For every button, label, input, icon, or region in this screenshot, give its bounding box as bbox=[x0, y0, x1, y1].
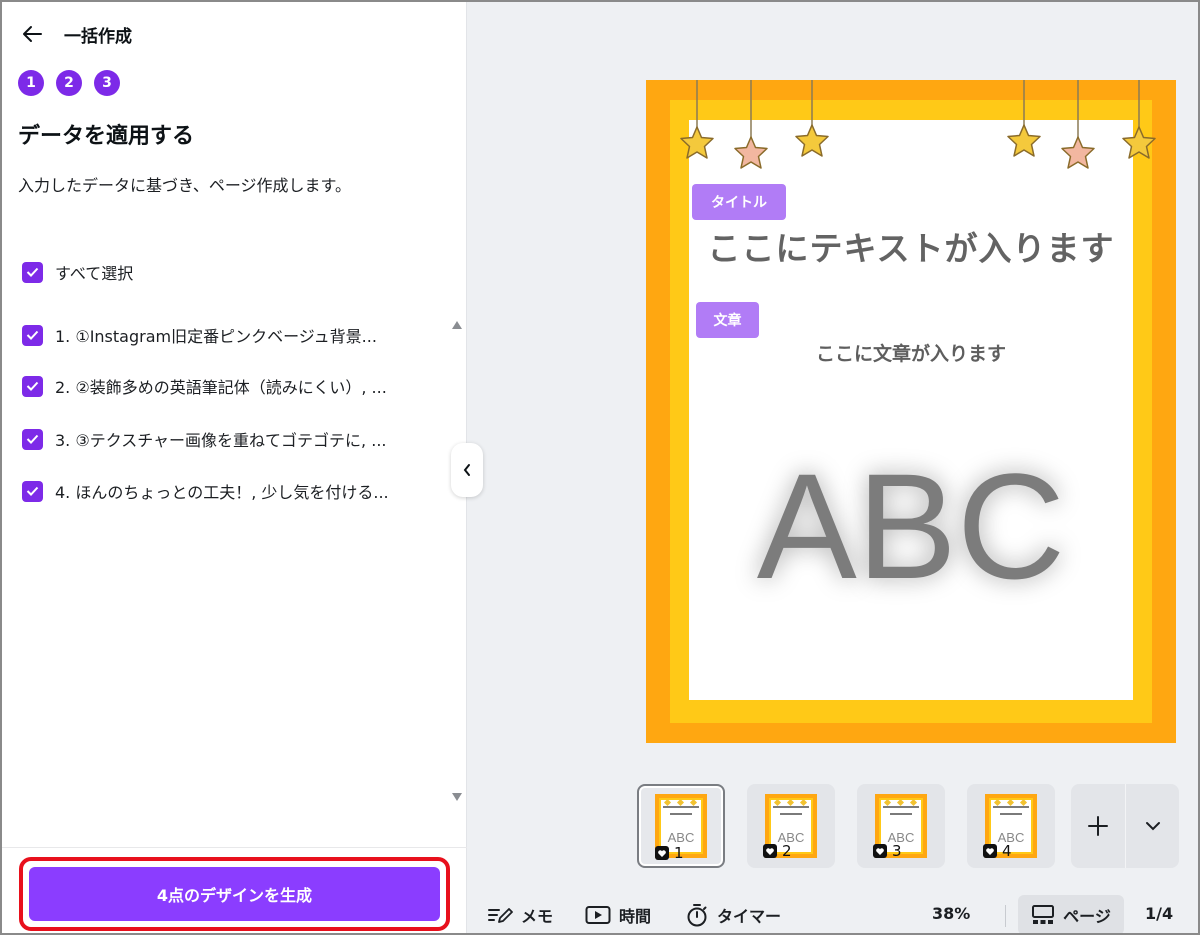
collapse-panel-button[interactable] bbox=[451, 443, 483, 497]
heart-icon bbox=[763, 844, 777, 858]
pages-grid-icon bbox=[1032, 905, 1055, 924]
page-thumbnail[interactable]: ABC 1 bbox=[637, 784, 725, 868]
panel-header: 一括作成 bbox=[18, 20, 132, 48]
section-heading: データを適用する bbox=[18, 124, 195, 149]
step-indicator: 1 2 3 bbox=[18, 70, 120, 96]
thumbnail-abc: ABC bbox=[667, 830, 695, 845]
pencil-lines-icon bbox=[488, 908, 513, 923]
thumbnail-number: 4 bbox=[1002, 842, 1012, 860]
generate-designs-button[interactable]: 4点のデザインを生成 bbox=[29, 867, 440, 921]
thumbnail-number: 1 bbox=[674, 844, 684, 862]
play-box-icon bbox=[585, 906, 611, 924]
toolbar-divider bbox=[1005, 905, 1006, 927]
select-all-label: すべて選択 bbox=[55, 264, 134, 283]
heart-icon bbox=[983, 844, 997, 858]
canvas-body-text[interactable]: ここに文章が入ります bbox=[646, 339, 1176, 366]
thumbnail-badge: 4 bbox=[983, 842, 1012, 860]
scroll-down-arrow-icon[interactable] bbox=[451, 788, 463, 801]
stopwatch-icon bbox=[687, 904, 707, 927]
bulk-create-panel: 一括作成 1 2 3 データを適用する 入力したデータに基づき、ページ作成します… bbox=[2, 2, 467, 933]
pages-label: ページ bbox=[1063, 907, 1111, 926]
thumbnail-badge: 1 bbox=[655, 844, 684, 862]
heart-icon bbox=[873, 844, 887, 858]
select-all-checkbox[interactable]: すべて選択 bbox=[22, 260, 133, 284]
section-description: 入力したデータに基づき、ページ作成します。 bbox=[18, 176, 351, 195]
app-window: 一括作成 1 2 3 データを適用する 入力したデータに基づき、ページ作成します… bbox=[0, 0, 1200, 935]
page-indicator: 1/4 bbox=[1145, 904, 1174, 923]
data-row-checkbox[interactable]: 1. ①Instagram旧定番ピンクベージュ背景... bbox=[22, 323, 377, 347]
thumbnail-number: 3 bbox=[892, 842, 902, 860]
hanging-stars-decoration bbox=[680, 80, 1156, 169]
thumbnail-badge: 3 bbox=[873, 842, 902, 860]
canvas-big-text[interactable]: ABC bbox=[646, 440, 1176, 613]
plus-icon bbox=[1088, 816, 1108, 836]
panel-title: 一括作成 bbox=[64, 26, 132, 47]
heart-icon bbox=[655, 846, 669, 860]
canvas-title-text[interactable]: ここにテキストが入ります bbox=[646, 222, 1176, 270]
checkbox-checked-icon bbox=[22, 375, 43, 397]
data-row-checkbox[interactable]: 4. ほんのちょっとの工夫！, 少し気を付ける... bbox=[22, 479, 389, 503]
step-2: 2 bbox=[56, 70, 82, 96]
checkbox-checked-icon bbox=[22, 428, 43, 450]
page-thumbnail[interactable]: ABC 3 bbox=[857, 784, 945, 868]
page-thumbnail[interactable]: ABC 4 bbox=[967, 784, 1055, 868]
title-field-label: タイトル bbox=[692, 184, 786, 220]
time-button[interactable]: 時間 bbox=[585, 902, 651, 928]
timer-label: タイマー bbox=[717, 907, 782, 926]
scroll-up-arrow-icon[interactable] bbox=[451, 316, 463, 329]
data-row-checkbox[interactable]: 2. ②装飾多めの英語筆記体（読みにくい）, ... bbox=[22, 374, 387, 398]
page-options-button[interactable] bbox=[1125, 784, 1179, 868]
page-thumbnail[interactable]: ABC 2 bbox=[747, 784, 835, 868]
timer-button[interactable]: タイマー bbox=[685, 902, 781, 928]
editor-area: タイトル ここにテキストが入ります 文章 ここに文章が入ります ABC ABC … bbox=[467, 2, 1198, 933]
page-actions bbox=[1071, 784, 1179, 868]
time-label: 時間 bbox=[619, 907, 652, 926]
checkbox-checked-icon bbox=[22, 261, 43, 283]
data-row-label: 1. ①Instagram旧定番ピンクベージュ背景... bbox=[55, 327, 377, 346]
design-canvas[interactable]: タイトル ここにテキストが入ります 文章 ここに文章が入ります ABC bbox=[646, 80, 1176, 743]
step-1: 1 bbox=[18, 70, 44, 96]
chevron-down-icon bbox=[1145, 822, 1160, 831]
thumbnail-badge: 2 bbox=[763, 842, 792, 860]
pages-view-button[interactable]: ページ bbox=[1018, 895, 1124, 933]
thumbnail-number: 2 bbox=[782, 842, 792, 860]
data-row-label: 2. ②装飾多めの英語筆記体（読みにくい）, ... bbox=[55, 378, 387, 397]
chevron-left-icon bbox=[463, 464, 470, 476]
footer-divider bbox=[2, 847, 467, 848]
checkbox-checked-icon bbox=[22, 324, 43, 346]
step-3: 3 bbox=[94, 70, 120, 96]
data-row-checkbox[interactable]: 3. ③テクスチャー画像を重ねてゴテゴテに, ... bbox=[22, 427, 387, 451]
memo-button[interactable]: メモ bbox=[487, 902, 553, 928]
add-page-button[interactable] bbox=[1071, 784, 1125, 868]
checkbox-checked-icon bbox=[22, 480, 43, 502]
memo-label: メモ bbox=[521, 907, 554, 926]
zoom-level[interactable]: 38% bbox=[932, 904, 970, 923]
data-row-label: 3. ③テクスチャー画像を重ねてゴテゴテに, ... bbox=[55, 431, 387, 450]
data-row-label: 4. ほんのちょっとの工夫！, 少し気を付ける... bbox=[55, 483, 389, 502]
body-field-label: 文章 bbox=[696, 302, 759, 338]
arrow-left-icon[interactable] bbox=[18, 20, 46, 48]
